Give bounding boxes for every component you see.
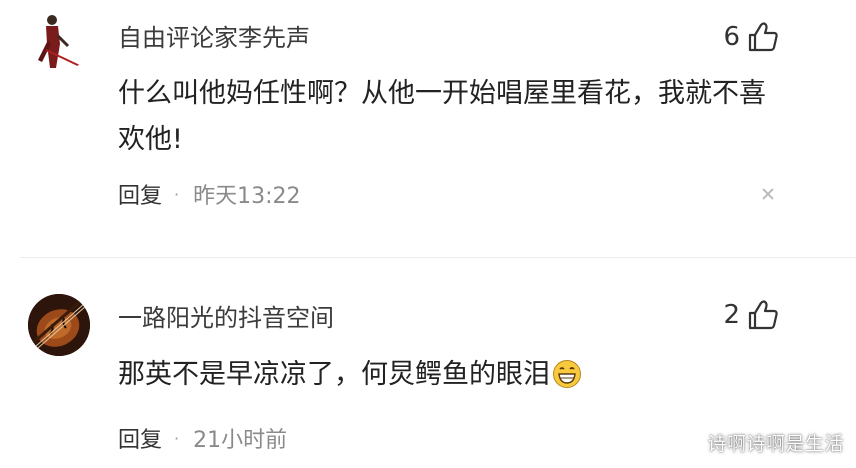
grinning-face-emoji-icon <box>552 358 582 404</box>
meta-separator: · <box>174 428 180 448</box>
comment-list: 自由评论家李先声 6 什么叫他妈任性啊？从他一开始唱屋里看花，我就不喜欢他! 回… <box>0 0 856 468</box>
avatar[interactable] <box>28 294 90 356</box>
meta-separator: · <box>174 184 180 204</box>
like-button[interactable]: 6 <box>723 20 780 54</box>
violin-avatar-icon <box>28 294 90 356</box>
timestamp: 昨天13:22 <box>193 184 301 209</box>
divider <box>20 257 856 258</box>
username[interactable]: 一路阳光的抖音空间 <box>118 298 334 333</box>
comment-meta: 回复 · 21小时前 <box>118 422 287 454</box>
figure-with-sword-avatar-icon <box>28 10 90 72</box>
close-icon[interactable] <box>760 186 776 202</box>
comment-text-content: 那英不是早凉凉了，何炅鳄鱼的眼泪 <box>118 359 550 390</box>
comment-text: 那英不是早凉凉了，何炅鳄鱼的眼泪 <box>118 352 788 404</box>
avatar[interactable] <box>28 10 90 72</box>
watermark: 诗啊诗啊是生活 <box>707 433 844 455</box>
thumbs-up-icon <box>748 300 778 330</box>
timestamp: 21小时前 <box>193 428 288 453</box>
comment-meta: 回复 · 昨天13:22 <box>118 178 301 210</box>
username[interactable]: 自由评论家李先声 <box>118 18 310 53</box>
reply-button[interactable]: 回复 <box>118 178 162 210</box>
like-count: 6 <box>723 22 740 52</box>
like-button[interactable]: 2 <box>723 298 780 332</box>
reply-button[interactable]: 回复 <box>118 422 162 454</box>
comment-item: 自由评论家李先声 6 什么叫他妈任性啊？从他一开始唱屋里看花，我就不喜欢他! 回… <box>0 0 856 250</box>
comment-text-content: 什么叫他妈任性啊？从他一开始唱屋里看花，我就不喜欢他! <box>118 78 766 155</box>
comment-text: 什么叫他妈任性啊？从他一开始唱屋里看花，我就不喜欢他! <box>118 71 788 163</box>
like-count: 2 <box>723 300 740 330</box>
thumbs-up-icon <box>748 22 778 52</box>
